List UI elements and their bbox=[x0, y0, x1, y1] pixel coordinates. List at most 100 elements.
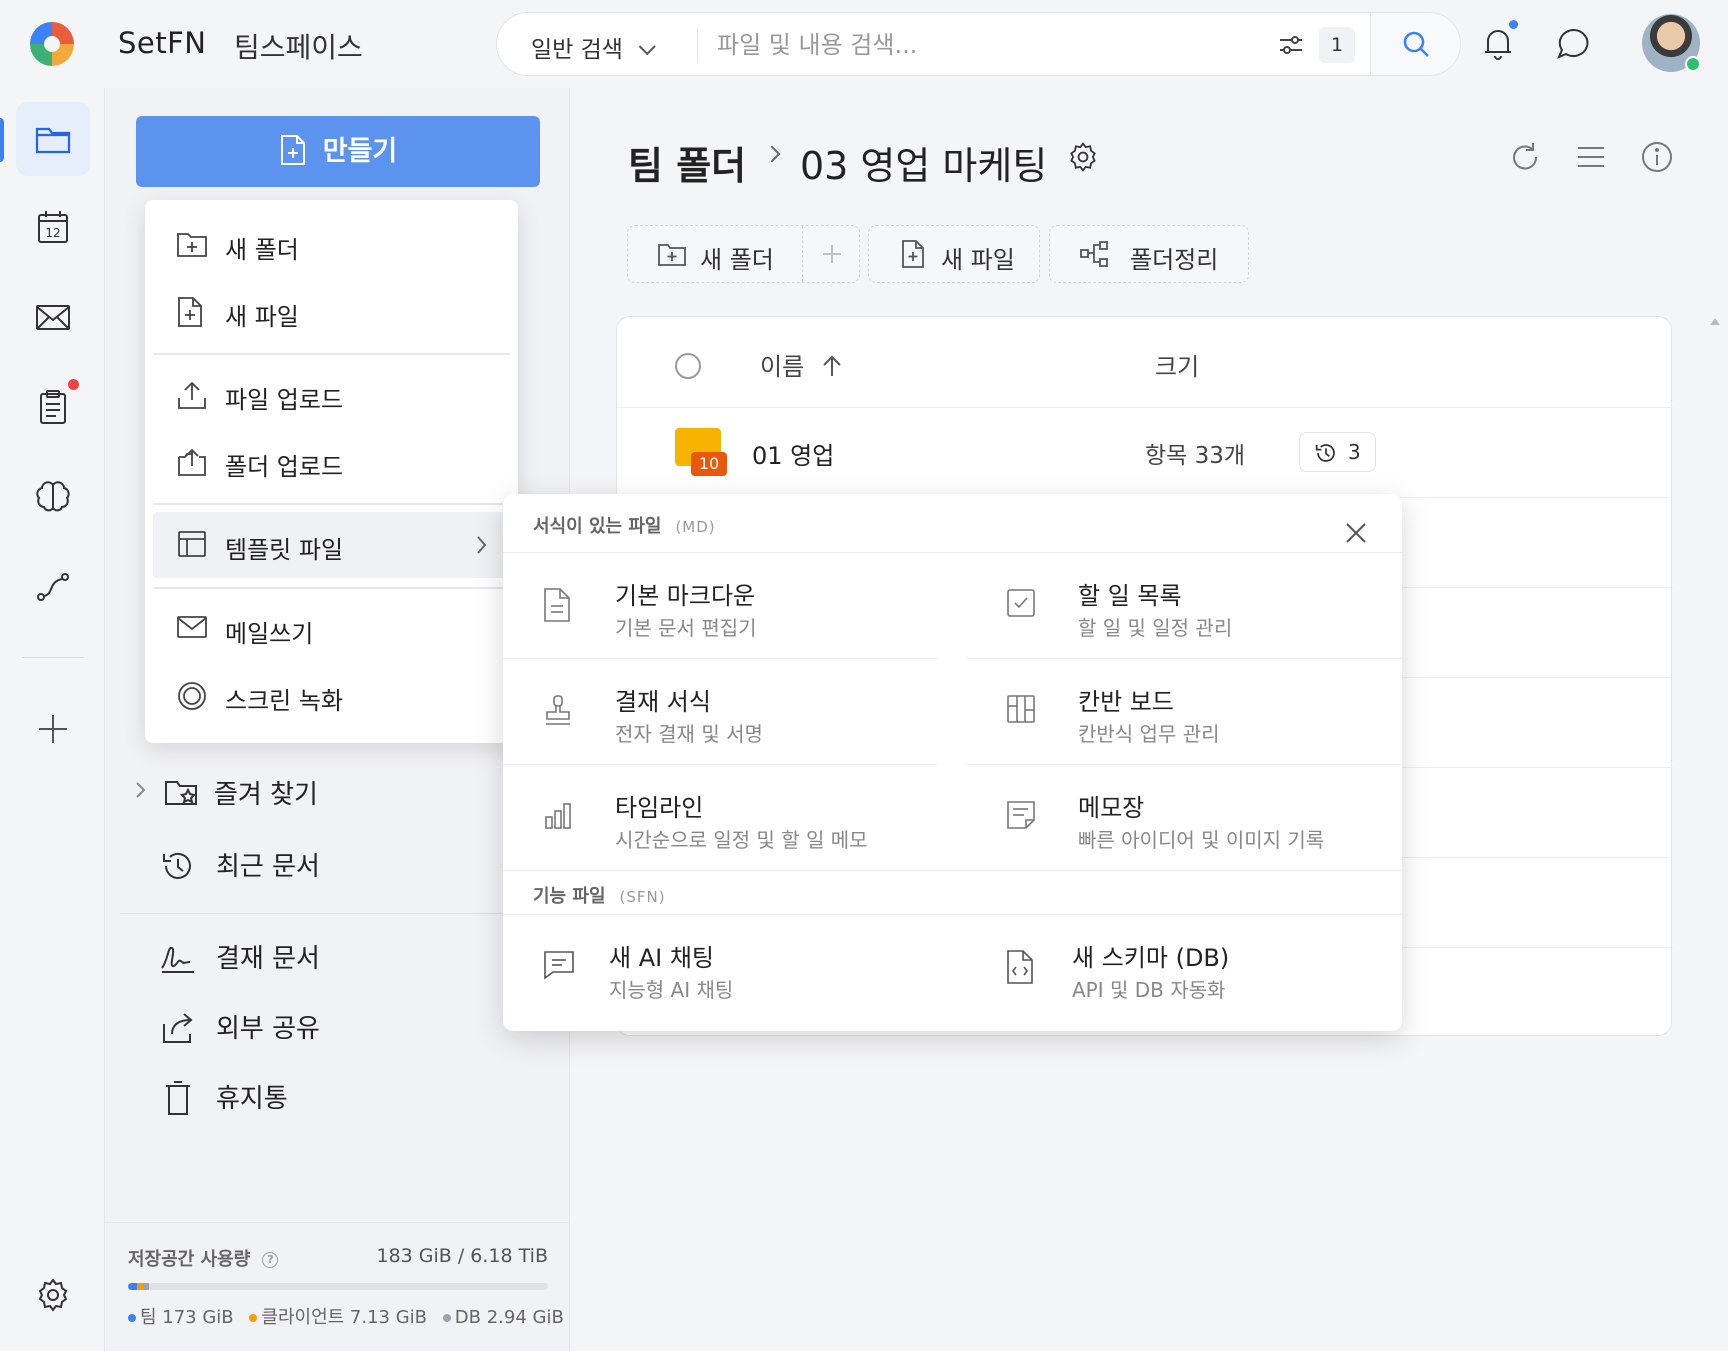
menu-item-new-folder[interactable]: 새 폴더 bbox=[145, 212, 518, 278]
share-icon bbox=[163, 1013, 193, 1043]
menu-item-label: 새 폴더 bbox=[225, 236, 299, 264]
search-mode-select[interactable]: 일반 검색 bbox=[531, 30, 656, 64]
breadcrumb-root[interactable]: 팀 폴더 bbox=[628, 135, 746, 190]
template-kanban-board[interactable]: 칸반 보드 칸반식 업무 관리 bbox=[966, 662, 1396, 758]
storage-legend: 팀 173 GiB 클라이언트 7.13 GiB DB 2.94 GiB bbox=[128, 1303, 564, 1329]
function-new-schema[interactable]: 새 스키마 (DB) API 및 DB 자동화 bbox=[966, 918, 1396, 1024]
close-icon[interactable] bbox=[1343, 520, 1369, 546]
chat-icon[interactable] bbox=[1554, 24, 1594, 64]
info-icon[interactable] bbox=[1640, 140, 1674, 174]
nav-rail: 12 bbox=[0, 88, 104, 1351]
version-badge[interactable]: 3 bbox=[1299, 432, 1376, 472]
storage-title: 저장공간 사용량 ? bbox=[128, 1245, 279, 1271]
legend-db: DB 2.94 GiB bbox=[454, 1307, 564, 1328]
online-status-dot bbox=[1685, 56, 1701, 72]
chat-bubble-icon bbox=[544, 951, 574, 980]
organize-folder-button[interactable]: 폴더정리 bbox=[1049, 225, 1249, 283]
route-icon bbox=[37, 573, 69, 601]
sliders-icon bbox=[1280, 36, 1302, 54]
note-icon bbox=[1007, 801, 1035, 829]
chevron-right-icon[interactable] bbox=[134, 780, 148, 800]
new-folder-button[interactable]: 새 폴더 bbox=[628, 226, 803, 282]
bell-icon[interactable] bbox=[1478, 24, 1518, 64]
sidebar-item-label: 즐겨 찾기 bbox=[214, 780, 318, 810]
column-size-header[interactable]: 크기 bbox=[1155, 347, 1199, 382]
search-button[interactable] bbox=[1370, 13, 1460, 75]
function-title: 새 스키마 (DB) bbox=[1072, 944, 1230, 972]
refresh-icon[interactable] bbox=[1508, 140, 1542, 174]
search-bar: 일반 검색 1 bbox=[496, 12, 1461, 76]
plus-icon[interactable] bbox=[820, 242, 844, 266]
row-divider bbox=[966, 658, 1402, 659]
breadcrumb-current: 03 영업 마케팅 bbox=[800, 144, 1048, 188]
version-count: 3 bbox=[1348, 440, 1361, 464]
folder-plus-icon bbox=[658, 244, 686, 266]
menu-item-template[interactable]: 템플릿 파일 bbox=[153, 512, 510, 578]
menu-divider bbox=[153, 353, 510, 355]
notification-dot bbox=[1509, 20, 1518, 29]
list-view-icon[interactable] bbox=[1574, 140, 1608, 174]
rail-item-workflow[interactable] bbox=[16, 550, 90, 624]
rail-settings-button[interactable] bbox=[16, 1258, 90, 1332]
template-desc: 시간순으로 일정 및 할 일 메모 bbox=[615, 828, 868, 852]
help-icon[interactable]: ? bbox=[262, 1252, 279, 1268]
select-all-checkbox[interactable] bbox=[675, 353, 701, 379]
tree-icon bbox=[1080, 241, 1108, 267]
menu-item-upload-folder[interactable]: 폴더 업로드 bbox=[145, 429, 518, 495]
template-desc: 할 일 및 일정 관리 bbox=[1078, 616, 1233, 640]
clipboard-icon bbox=[40, 390, 66, 424]
svg-text:12: 12 bbox=[45, 226, 60, 240]
menu-item-label: 폴더 업로드 bbox=[225, 453, 344, 481]
template-basic-markdown[interactable]: 기본 마크다운 기본 문서 편집기 bbox=[503, 556, 933, 652]
create-button[interactable]: 만들기 bbox=[136, 116, 540, 187]
rail-item-files[interactable] bbox=[16, 102, 90, 176]
sidebar-item-label: 결재 문서 bbox=[216, 944, 320, 974]
folder-icon bbox=[35, 127, 71, 154]
menu-item-screen-record[interactable]: 스크린 녹화 bbox=[145, 663, 518, 729]
kanban-icon bbox=[1007, 695, 1035, 723]
legend-team: 팀 173 GiB bbox=[140, 1307, 234, 1328]
sidebar-item-label: 휴지통 bbox=[216, 1084, 288, 1114]
menu-item-new-file[interactable]: 새 파일 bbox=[145, 279, 518, 345]
template-approval-form[interactable]: 결재 서식 전자 결재 및 서명 bbox=[503, 662, 933, 758]
app-logo[interactable] bbox=[30, 22, 74, 66]
template-memo[interactable]: 메모장 빠른 아이디어 및 이미지 기록 bbox=[966, 768, 1396, 864]
menu-item-write-mail[interactable]: 메일쓰기 bbox=[145, 596, 518, 662]
history-icon bbox=[1315, 444, 1335, 462]
signature-icon bbox=[161, 946, 194, 973]
code-file-icon bbox=[1007, 950, 1033, 984]
menu-item-label: 메일쓰기 bbox=[225, 620, 314, 648]
search-input[interactable] bbox=[717, 23, 1277, 67]
folder-settings-gear-icon[interactable] bbox=[1066, 140, 1100, 174]
rail-item-mail[interactable] bbox=[16, 280, 90, 354]
folder-upload-icon bbox=[178, 448, 206, 476]
rail-add-button[interactable] bbox=[16, 692, 90, 766]
template-title: 타임라인 bbox=[615, 794, 704, 822]
section-divider bbox=[503, 914, 1402, 915]
function-desc: 지능형 AI 채팅 bbox=[609, 978, 734, 1002]
template-todo-list[interactable]: 할 일 목록 할 일 및 일정 관리 bbox=[966, 556, 1396, 652]
rail-item-calendar[interactable]: 12 bbox=[16, 190, 90, 264]
filter-button[interactable]: 1 bbox=[1277, 25, 1367, 65]
template-desc: 전자 결재 및 서명 bbox=[615, 722, 763, 746]
new-file-button[interactable]: 새 파일 bbox=[868, 225, 1040, 283]
scrollbar-up-arrow[interactable] bbox=[1710, 318, 1720, 325]
workspace-name[interactable]: 팀스페이스 bbox=[234, 26, 363, 66]
function-desc: API 및 DB 자동화 bbox=[1072, 978, 1226, 1002]
menu-item-upload-file[interactable]: 파일 업로드 bbox=[145, 362, 518, 428]
rail-item-ai[interactable] bbox=[16, 460, 90, 534]
bar-chart-icon bbox=[545, 803, 571, 829]
table-row[interactable]: 10 01 영업 항목 33개 3 bbox=[617, 408, 1673, 497]
folder-count-badge: 10 bbox=[691, 452, 727, 476]
folder-star-icon bbox=[165, 781, 197, 805]
rail-divider bbox=[22, 657, 84, 658]
rail-item-tasks[interactable] bbox=[16, 370, 90, 444]
row-divider bbox=[966, 764, 1402, 765]
legend-dot-db bbox=[442, 1314, 451, 1322]
function-new-ai-chat[interactable]: 새 AI 채팅 지능형 AI 채팅 bbox=[503, 918, 933, 1024]
column-name-header[interactable]: 이름 bbox=[760, 347, 842, 382]
template-timeline[interactable]: 타임라인 시간순으로 일정 및 할 일 메모 bbox=[503, 768, 933, 864]
filter-count: 1 bbox=[1319, 27, 1355, 63]
calendar-icon: 12 bbox=[38, 211, 68, 243]
sidebar-item-label: 외부 공유 bbox=[216, 1014, 320, 1044]
